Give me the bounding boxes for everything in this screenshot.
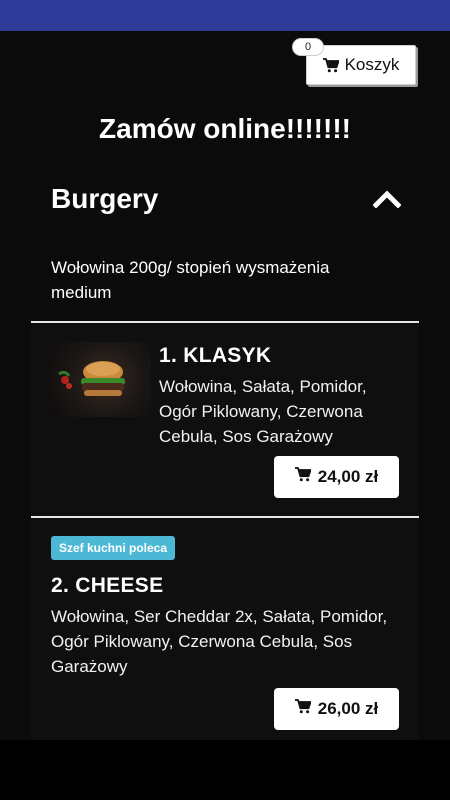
cart-icon xyxy=(322,57,339,73)
product-name: 2. CHEESE xyxy=(51,574,164,597)
product-card: Szef kuchni poleca 2. CHEESE Wołowina, S… xyxy=(31,518,419,740)
product-description: Wołowina, Ser Cheddar 2x, Sałata, Pomido… xyxy=(51,607,388,676)
section-title: Burgery xyxy=(51,183,159,214)
status-bar xyxy=(0,0,450,31)
add-to-cart-button[interactable]: 26,00 zł xyxy=(274,688,399,730)
price-label: 26,00 zł xyxy=(317,699,379,718)
system-navigation-bar xyxy=(0,740,450,800)
app-screen: Koszyk 0 Zamów online!!!!!!! Burgery Woł… xyxy=(0,31,450,740)
section-description: Wołowina 200g/ stopień wysmażenia medium xyxy=(51,258,330,302)
cart-icon xyxy=(294,467,312,487)
cart-count-badge: 0 xyxy=(292,38,324,56)
add-to-cart-button[interactable]: 24,00 zł xyxy=(274,456,399,498)
chevron-up-icon[interactable] xyxy=(373,190,401,208)
section-header-burgery[interactable]: Burgery xyxy=(51,179,401,219)
chef-recommends-badge: Szef kuchni poleca xyxy=(51,536,176,560)
page-title: Zamów online!!!!!!! xyxy=(99,113,351,144)
product-image-burger[interactable] xyxy=(51,342,151,417)
cart-label: Koszyk xyxy=(344,55,400,74)
product-card: 1. KLASYK Wołowina, Sałata, Pomidor, Ogó… xyxy=(31,323,419,516)
product-name: 1. KLASYK xyxy=(159,344,272,367)
price-label: 24,00 zł xyxy=(317,467,379,486)
product-description: Wołowina, Sałata, Pomidor, Ogór Piklowan… xyxy=(159,377,367,446)
cart-icon xyxy=(294,699,312,719)
